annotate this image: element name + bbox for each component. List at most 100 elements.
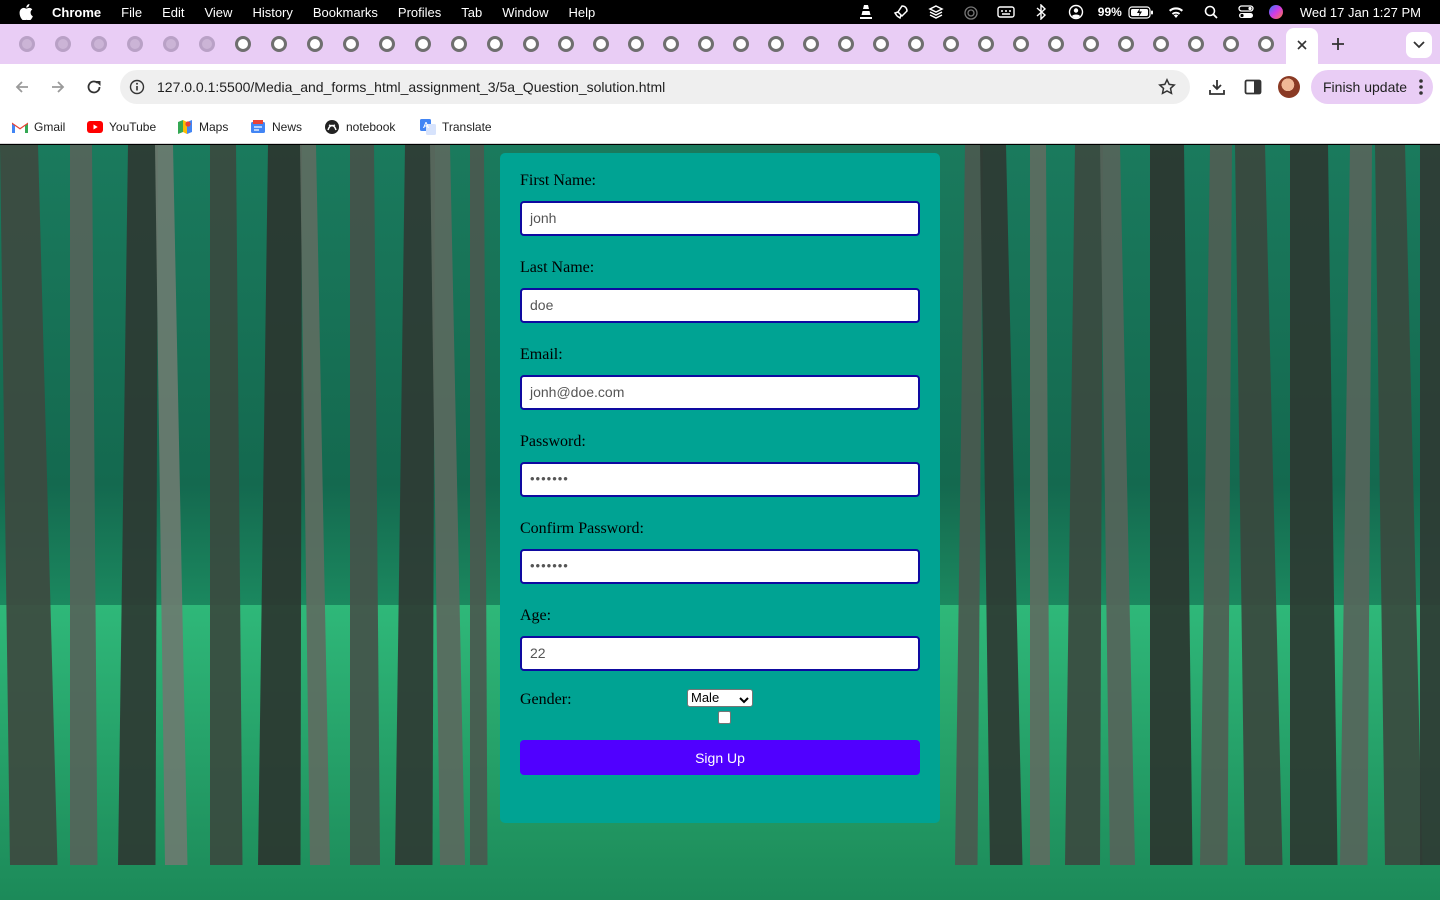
user-circle-icon[interactable]	[1059, 0, 1094, 24]
bookmark-star-icon[interactable]	[1158, 78, 1176, 96]
sign-up-button[interactable]: Sign Up	[520, 740, 920, 775]
bookmark-translate[interactable]: Translate	[420, 119, 492, 135]
agree-checkbox[interactable]	[718, 711, 731, 724]
menu-tab[interactable]: Tab	[451, 5, 492, 20]
active-tab[interactable]	[1286, 28, 1318, 64]
last-name-input[interactable]: doe	[520, 288, 920, 323]
password-input[interactable]: •••••••	[520, 462, 920, 497]
side-panel-icon[interactable]	[1242, 76, 1264, 98]
tab-favicon-icon[interactable]	[91, 36, 107, 52]
bookmark-gmail[interactable]: Gmail	[12, 119, 65, 135]
age-input[interactable]: 22	[520, 636, 920, 671]
maps-icon	[177, 119, 193, 135]
close-tab-icon[interactable]	[1297, 37, 1307, 55]
menu-edit[interactable]: Edit	[152, 5, 194, 20]
confirm-password-input[interactable]: •••••••	[520, 549, 920, 584]
site-info-icon[interactable]	[129, 79, 145, 95]
tab-favicon-icon[interactable]	[593, 36, 609, 52]
confirm-password-label: Confirm Password:	[520, 520, 644, 537]
menu-view[interactable]: View	[194, 5, 242, 20]
menu-file[interactable]: File	[111, 5, 152, 20]
tab-search-chevron-icon[interactable]	[1406, 32, 1432, 58]
tab-favicon-icon[interactable]	[1118, 36, 1134, 52]
bluetooth-icon[interactable]	[1024, 0, 1059, 24]
tab-favicon-icon[interactable]	[838, 36, 854, 52]
layers-icon[interactable]	[919, 0, 954, 24]
url-text[interactable]: 127.0.0.1:5500/Media_and_forms_html_assi…	[157, 79, 665, 95]
tab-favicon-icon[interactable]	[663, 36, 679, 52]
tab-favicon-icon[interactable]	[379, 36, 395, 52]
tab-favicon-icon[interactable]	[343, 36, 359, 52]
tab-favicon-icon[interactable]	[127, 36, 143, 52]
keyboard-icon[interactable]	[989, 0, 1024, 24]
vlc-icon[interactable]	[849, 0, 884, 24]
bookmark-youtube[interactable]: YouTube	[87, 119, 156, 135]
menu-window[interactable]: Window	[492, 5, 558, 20]
first-name-input[interactable]: jonh	[520, 201, 920, 236]
tab-favicon-icon[interactable]	[19, 36, 35, 52]
tab-favicon-icon[interactable]	[523, 36, 539, 52]
bookmark-label: Maps	[199, 120, 229, 134]
tab-favicon-icon[interactable]	[199, 36, 215, 52]
finish-update-button[interactable]: Finish update	[1311, 70, 1433, 104]
tab-favicon-icon[interactable]	[628, 36, 644, 52]
tab-favicon-icon[interactable]	[307, 36, 323, 52]
tab-favicon-icon[interactable]	[1013, 36, 1029, 52]
spotlight-search-icon[interactable]	[1194, 0, 1229, 24]
web-page: First Name: jonh Last Name: doe Email: j…	[0, 145, 1440, 900]
download-icon[interactable]	[1206, 76, 1228, 98]
tab-favicon-icon[interactable]	[1223, 36, 1239, 52]
menu-app-name[interactable]: Chrome	[52, 5, 111, 20]
tab-favicon-icon[interactable]	[415, 36, 431, 52]
tab-favicon-icon[interactable]	[733, 36, 749, 52]
news-icon	[250, 119, 266, 135]
rocket-icon[interactable]	[884, 0, 919, 24]
tab-favicon-icon[interactable]	[768, 36, 784, 52]
menu-history[interactable]: History	[242, 5, 302, 20]
profile-avatar[interactable]	[1278, 76, 1300, 98]
address-bar[interactable]: 127.0.0.1:5500/Media_and_forms_html_assi…	[120, 70, 1190, 104]
tab-favicon-icon[interactable]	[1083, 36, 1099, 52]
tab-favicon-icon[interactable]	[1188, 36, 1204, 52]
tab-favicon-icon[interactable]	[451, 36, 467, 52]
tab-favicon-icon[interactable]	[163, 36, 179, 52]
tab-favicon-icon[interactable]	[55, 36, 71, 52]
control-center-icon[interactable]	[1229, 0, 1264, 24]
tab-favicon-icon[interactable]	[1153, 36, 1169, 52]
tab-favicon-icon[interactable]	[978, 36, 994, 52]
tab-favicon-icon[interactable]	[1048, 36, 1064, 52]
tab-favicon-icon[interactable]	[271, 36, 287, 52]
tab-favicon-icon[interactable]	[698, 36, 714, 52]
tab-favicon-icon[interactable]	[908, 36, 924, 52]
menu-clock[interactable]: Wed 17 Jan 1:27 PM	[1288, 5, 1440, 20]
email-input[interactable]: jonh@doe.com	[520, 375, 920, 410]
bookmark-news[interactable]: News	[250, 119, 302, 135]
tab-favicon-icon[interactable]	[1258, 36, 1274, 52]
apple-menu-icon[interactable]	[0, 4, 52, 20]
siri-icon[interactable]	[1264, 0, 1288, 24]
battery-icon[interactable]	[1124, 0, 1159, 24]
menu-profiles[interactable]: Profiles	[388, 5, 451, 20]
tab-favicon-icon[interactable]	[235, 36, 251, 52]
gender-select[interactable]: Male	[687, 689, 753, 707]
forward-arrow-icon[interactable]	[46, 75, 70, 99]
tab-favicon-icon[interactable]	[943, 36, 959, 52]
last-name-label: Last Name:	[520, 259, 595, 276]
first-name-label: First Name:	[520, 172, 596, 189]
tab-favicon-icon[interactable]	[873, 36, 889, 52]
menu-bookmarks[interactable]: Bookmarks	[303, 5, 388, 20]
age-label: Age:	[520, 607, 552, 624]
reload-icon[interactable]	[82, 75, 106, 99]
tab-favicon-icon[interactable]	[803, 36, 819, 52]
airdrop-icon[interactable]	[954, 0, 989, 24]
tab-favicon-icon[interactable]	[487, 36, 503, 52]
bookmark-maps[interactable]: Maps	[177, 119, 228, 135]
back-arrow-icon[interactable]	[10, 75, 34, 99]
wifi-icon[interactable]	[1159, 0, 1194, 24]
tab-favicon-icon[interactable]	[558, 36, 574, 52]
menu-help[interactable]: Help	[559, 5, 606, 20]
youtube-icon	[87, 119, 103, 135]
bookmark-notebook[interactable]: notebook	[324, 119, 395, 135]
new-tab-plus-icon[interactable]	[1326, 32, 1350, 56]
more-vert-icon[interactable]	[1419, 79, 1423, 95]
